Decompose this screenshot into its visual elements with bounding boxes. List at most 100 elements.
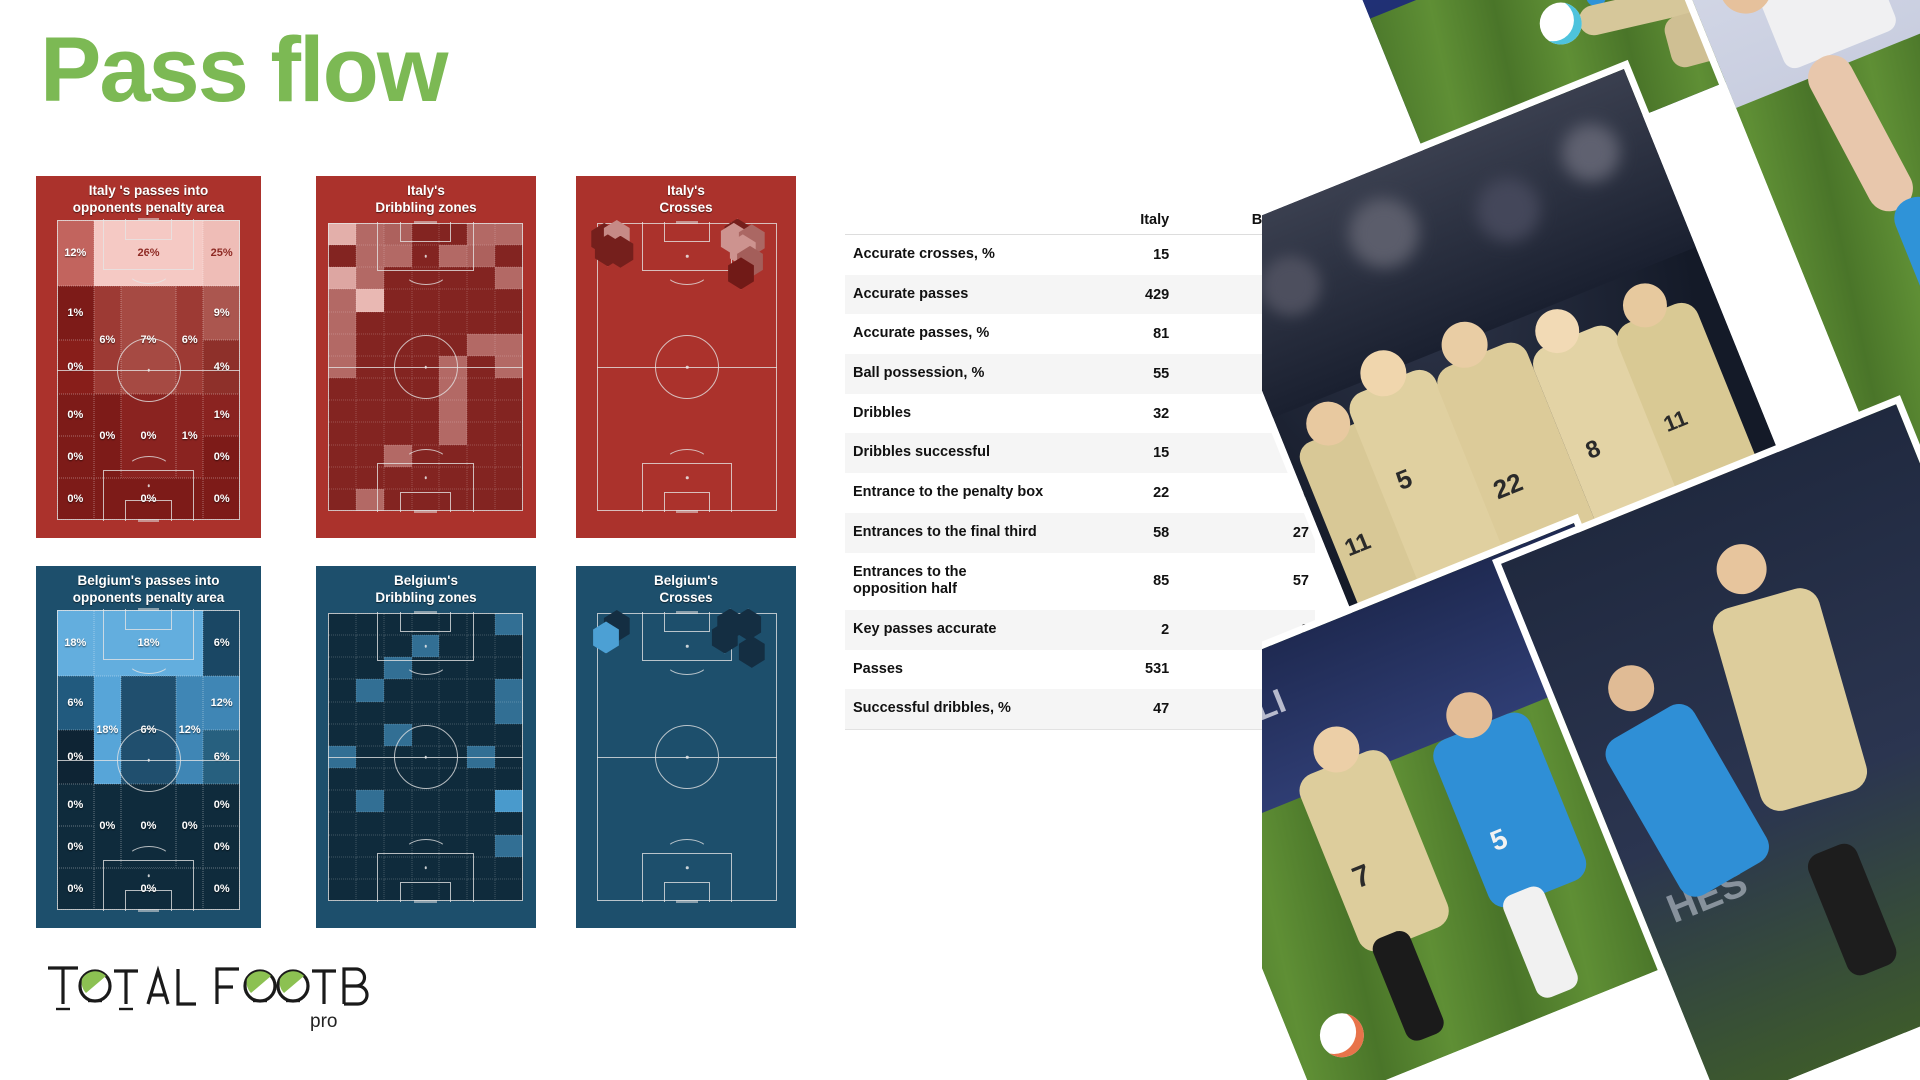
stat-metric-label: Accurate crosses, % [853,246,995,262]
penalty-arc-top [403,259,448,285]
stat-metric-label: Entrances to the opposition half [853,563,967,598]
stat-value-italy: 47 [1043,689,1180,730]
penalty-spot-top [147,643,150,646]
stat-value-italy: 429 [1043,274,1180,315]
panel-italy-dribbling-title: Italy's Dribbling zones [375,183,477,215]
column-header-italy: Italy [1043,212,1180,235]
belgium-crosses-pitch [593,608,777,903]
stat-value-italy: 15 [1153,246,1170,263]
penalty-arc-top [126,648,171,674]
goal-bottom [137,519,160,522]
table-row: Entrance to the penalty box227 [845,473,1315,513]
cross-hex-layer [593,608,777,901]
table-row: Entrances to the opposition half 85 57 [845,553,1315,610]
panel-italy-crosses-title: Italy's Crosses [659,183,713,215]
goal-bottom [137,909,160,912]
penalty-spot-top [424,644,427,648]
panel-belgium-passes: Belgium's passes into opponents penalty … [36,566,261,928]
stat-value-italy: 531 [1145,661,1170,678]
table-row: Dribbles successful155 [845,433,1315,474]
panel-italy-crosses: Italy's Crosses [576,176,796,538]
penalty-arc-bottom [126,846,171,872]
penalty-spot-top [147,253,150,256]
penalty-spot-bottom [147,484,150,487]
stat-metric-label: Dribbles [853,404,912,421]
italy-passes-pitch: 12% 26% 25% 1% 6% 7% 6% 9% 0% 4% 0% 0% 0… [57,218,240,522]
goal-top [413,221,438,224]
goal-box-top [124,609,173,630]
panel-belgium-dribbling-title: Belgium's Dribbling zones [375,573,477,605]
stat-metric-label: Accurate passes, % [853,325,990,342]
goal-top [413,611,438,614]
panel-belgium-crosses-title: Belgium's Crosses [654,573,718,605]
penalty-spot-bottom [147,874,150,877]
stat-metric-label: Ball possession, % [845,354,1044,394]
belgium-dribbling-pitch [328,611,523,903]
page-title: Pass flow [40,19,448,121]
photo-collage: RFOU [1262,0,1920,1080]
stat-metric-label: Successful dribbles, % [845,689,1044,730]
table-row: Successful dribbles, %4738 [845,689,1315,730]
belgium-passes-pitch: 18% 18% 6% 6% 18% 6% 12% 12% 0% 6% 0% 0%… [57,608,240,912]
panel-italy-passes: Italy 's passes into opponents penalty a… [36,176,261,538]
brand-logo: pro Total Football Analysis [42,955,372,1033]
penalty-spot-bottom [424,866,427,870]
goal-box-bottom [400,491,451,512]
stat-value-italy: 32 [1153,405,1170,422]
penalty-arc-bottom [403,449,448,475]
goal-box-top [400,612,451,633]
stat-value-italy: 22 [1153,484,1170,501]
cross-hex-marker [738,635,765,668]
stat-metric-label: Passes [853,660,903,677]
panel-belgium-dribbling: Belgium's Dribbling zones [316,566,536,928]
pitch-center-spot [424,755,427,759]
panel-belgium-passes-title: Belgium's passes into opponents penalty … [72,573,225,605]
stat-metric-label: Accurate passes [845,274,1044,315]
table-row: Entrances to the final third 58 27 [845,512,1315,553]
table-row: Accurate passes429365 [845,274,1315,315]
stat-value-italy: 85 [1153,573,1170,590]
column-header-metric [845,212,1044,235]
cross-hex-layer [591,218,777,511]
table-row: Accurate crosses, %1514 [845,235,1315,275]
goal-box-top [400,222,451,243]
pitch-center-spot [424,365,427,369]
stats-table: Italy Belgium Accurate crosses, %1514Acc… [845,212,1315,730]
penalty-spot-top [424,254,427,258]
stat-value-italy: 58 [1043,512,1180,553]
pitch-center-spot [147,368,150,372]
italy-dribbling-pitch [328,221,523,513]
logo-pro-text: pro [310,1011,337,1032]
panel-italy-dribbling: Italy's Dribbling zones [316,176,536,538]
stat-value-italy: 81 [1153,326,1170,343]
table-row: Accurate passes, %8179 [845,314,1315,354]
penalty-arc-bottom [126,456,171,482]
stat-metric-label: Dribbles successful [845,433,1044,474]
table-row: Passes531460 [845,650,1315,690]
table-row: Key passes accurate 2 2 [845,609,1315,650]
stat-value-italy: 15 [1043,433,1180,474]
table-row: Dribbles3213 [845,394,1315,434]
goal-box-top [124,219,173,240]
panel-belgium-crosses: Belgium's Crosses [576,566,796,928]
penalty-arc-bottom [403,839,448,865]
table-row: Ball possession, %5545 [845,354,1315,394]
goal-bottom [413,900,438,903]
goal-bottom [413,510,438,513]
panel-italy-passes-title: Italy 's passes into opponents penalty a… [72,183,225,215]
penalty-spot-bottom [424,476,427,480]
goal-top [137,218,160,221]
stat-metric-label: Entrances to the final third [845,512,1044,553]
pitch-center-spot [147,758,150,762]
stat-metric-label: Key passes accurate [845,609,1044,650]
penalty-arc-top [403,649,448,675]
goal-box-bottom [124,500,173,521]
goal-box-bottom [400,881,451,902]
italy-crosses-pitch [591,218,777,513]
stat-value-italy: 2 [1043,609,1180,650]
total-football-analysis-logo-icon: pro [48,965,369,1032]
goal-box-bottom [124,890,173,911]
goal-top [137,608,160,611]
stat-value-italy: 55 [1043,354,1180,394]
penalty-arc-top [126,258,171,284]
